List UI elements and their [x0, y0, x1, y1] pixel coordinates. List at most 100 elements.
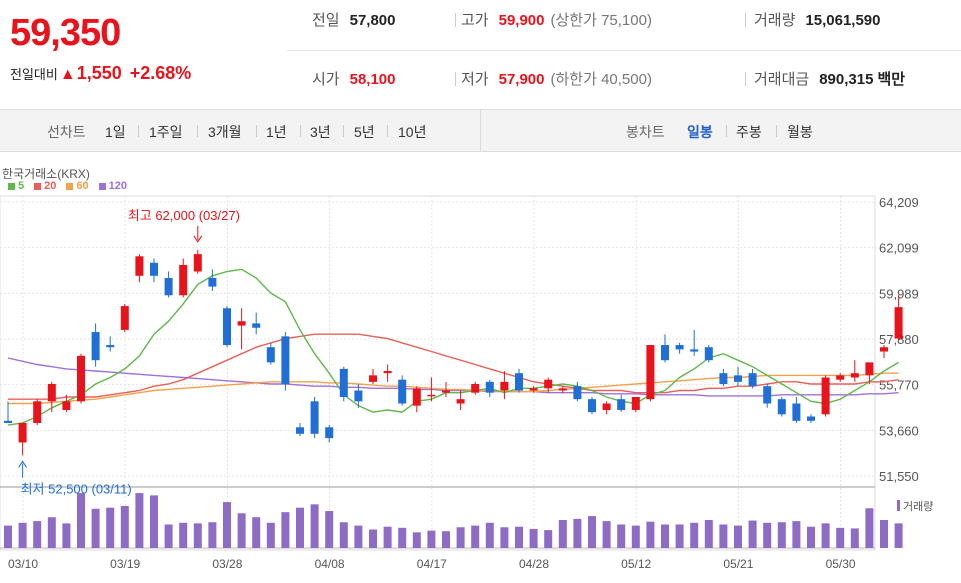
candle	[77, 353, 85, 404]
candle-body	[77, 355, 85, 402]
candle	[471, 381, 480, 395]
volume-bar	[164, 524, 173, 548]
candle-body	[442, 390, 450, 393]
volume-bar	[398, 527, 407, 548]
volume-bar	[325, 511, 334, 548]
candle	[850, 360, 859, 382]
volume-bar	[807, 526, 815, 548]
volume-bar	[748, 520, 757, 548]
volume-bar	[296, 507, 304, 548]
candle-body	[47, 384, 56, 402]
candle-body	[573, 386, 582, 400]
y-tick-label: 64,209	[879, 195, 919, 210]
candle-body	[646, 345, 655, 400]
candle-body	[164, 277, 173, 296]
candle-body	[471, 384, 480, 393]
candle-body	[120, 306, 129, 330]
candle	[33, 399, 42, 426]
volume-bar	[865, 508, 874, 548]
candle-body	[237, 321, 246, 326]
candle-body	[150, 262, 158, 276]
volume-bar	[4, 525, 12, 548]
candle	[339, 366, 348, 402]
volume-bar	[62, 523, 71, 548]
candle-body	[777, 399, 786, 415]
volume-bar	[850, 528, 859, 548]
high-annotation: 최고 62,000 (03/27)	[128, 208, 240, 223]
candle	[807, 414, 815, 423]
candle	[690, 329, 699, 356]
candle	[150, 258, 158, 283]
candle-body	[252, 323, 261, 328]
x-tick-label: 03/10	[8, 557, 38, 571]
candle	[325, 425, 334, 443]
volume-bar	[894, 523, 903, 548]
candle	[47, 381, 56, 413]
candle	[661, 334, 669, 363]
volume-bar	[646, 521, 655, 548]
candle-body	[500, 381, 509, 391]
candle	[646, 345, 655, 402]
candle-body	[865, 362, 874, 376]
candle-body	[135, 256, 144, 276]
volume-bar	[120, 506, 129, 548]
candle	[120, 303, 129, 333]
candle	[777, 396, 786, 417]
candle-body	[894, 307, 903, 339]
volume-bar	[237, 513, 246, 548]
volume-bar	[193, 523, 202, 548]
x-tick-label: 03/19	[110, 557, 140, 571]
candle-body	[179, 264, 188, 296]
volume-bar	[485, 522, 494, 548]
candle	[18, 422, 27, 456]
y-tick-label: 55,770	[879, 378, 919, 393]
volume-bar	[412, 532, 421, 548]
candle-body	[266, 347, 275, 363]
candle-body	[880, 347, 888, 352]
volume-bar	[675, 524, 684, 548]
x-tick-label: 05/12	[621, 557, 651, 571]
candle	[894, 295, 903, 341]
volume-bar	[500, 527, 509, 548]
candlestick-chart: 64,20962,09959,98957,88055,77053,66051,5…	[0, 195, 933, 571]
x-tick-label: 04/28	[519, 557, 549, 571]
candle-body	[4, 420, 12, 423]
candle	[193, 249, 202, 274]
volume-bar	[734, 525, 742, 548]
candle-body	[704, 347, 713, 361]
candle	[135, 254, 144, 283]
y-tick-label: 51,550	[879, 469, 919, 484]
candle	[588, 396, 596, 415]
volume-legend-swatch	[897, 500, 900, 511]
volume-bar	[471, 525, 480, 548]
candle-body	[734, 375, 742, 382]
volume-bar	[719, 524, 728, 548]
volume-bar	[252, 517, 261, 548]
candle-body	[281, 336, 290, 385]
volume-bar	[588, 516, 596, 548]
candle-body	[748, 373, 757, 387]
candle-body	[515, 373, 523, 391]
candle	[500, 371, 509, 400]
volume-bar	[558, 520, 567, 548]
candle-body	[485, 381, 494, 393]
volume-bar	[631, 525, 640, 548]
volume-bar	[821, 523, 830, 548]
x-tick-label: 05/21	[723, 557, 753, 571]
y-tick-label: 62,099	[879, 241, 919, 256]
candle-body	[208, 277, 217, 287]
candle	[237, 308, 246, 350]
volume-bar	[836, 527, 845, 548]
volume-bar	[763, 522, 772, 548]
candle	[748, 368, 757, 389]
volume-bar	[427, 530, 436, 548]
candle-body	[763, 386, 772, 404]
volume-bar	[792, 521, 801, 548]
candle-body	[339, 368, 348, 397]
candle	[719, 368, 728, 387]
volume-bar	[617, 524, 626, 548]
candle	[310, 396, 319, 439]
volume-legend-label: 거래량	[903, 500, 933, 513]
volume-bar	[777, 522, 786, 548]
candle-body	[544, 379, 553, 389]
